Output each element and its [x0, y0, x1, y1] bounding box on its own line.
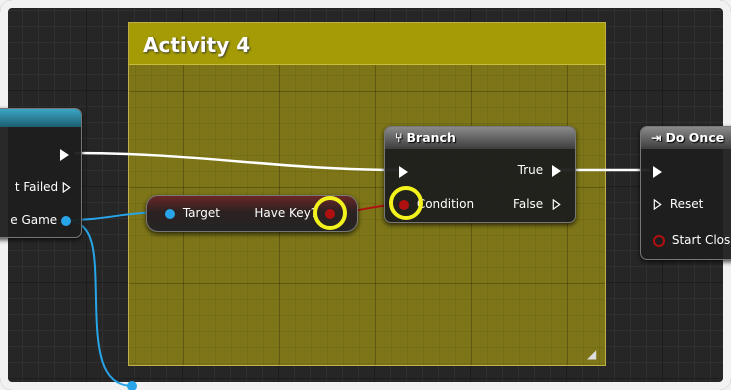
branch-true-row[interactable]: True: [518, 163, 561, 177]
left-event-node[interactable]: t Failed e Game: [0, 108, 82, 238]
branch-icon: ⑂: [395, 130, 403, 145]
have-key-label: Have Key?: [254, 206, 318, 220]
do-once-icon: ⇥: [651, 130, 662, 145]
left-exec-out-pin[interactable]: [60, 147, 69, 161]
exec-pin-icon: [653, 165, 662, 178]
branch-title-label: Branch: [406, 130, 456, 145]
exec-pin-icon: [552, 164, 561, 177]
left-node-header: [0, 109, 81, 127]
true-pin-label: True: [517, 163, 544, 177]
do-once-reset-row[interactable]: Reset: [653, 197, 703, 211]
object-wire-game-down: [65, 219, 133, 387]
branch-false-row[interactable]: False: [513, 197, 561, 211]
start-closed-pin-label: Start Clos: [671, 233, 731, 247]
exec-pin-outline-icon: [653, 199, 662, 210]
highlight-ring-condition: [389, 186, 423, 220]
highlight-ring-have-key: [313, 196, 347, 230]
game-pin-label: e Game: [10, 213, 58, 227]
object-pin-icon: [61, 215, 71, 226]
do-once-title-label: Do Once: [665, 130, 725, 145]
bool-pin-outline-icon: [653, 234, 665, 247]
left-game-row[interactable]: e Game: [10, 213, 71, 227]
branch-node-title[interactable]: ⑂ Branch: [385, 127, 575, 149]
exec-pin-outline-icon: [552, 199, 561, 210]
exec-pin-icon: [399, 165, 408, 178]
do-once-start-closed-row[interactable]: Start Clos: [653, 233, 730, 247]
branch-exec-in-pin[interactable]: [399, 164, 408, 178]
wire-layer: [65, 151, 650, 387]
condition-pin-label: Condition: [416, 197, 475, 211]
exec-pin-icon: [60, 148, 69, 161]
blueprint-graph-canvas[interactable]: Activity 4 ◢ t Failed e Game Target Have…: [0, 0, 731, 390]
reset-pin-label: Reset: [669, 197, 704, 211]
do-once-node-title[interactable]: ⇥ Do Once: [641, 127, 731, 149]
left-failed-row[interactable]: t Failed: [15, 180, 71, 194]
exec-pin-outline-icon: [62, 182, 71, 193]
failed-pin-label: t Failed: [14, 180, 59, 194]
exec-wire-left-to-branch: [74, 151, 403, 172]
do-once-node[interactable]: ⇥ Do Once Reset Start Clos: [640, 126, 731, 260]
target-pin-icon: [165, 208, 175, 219]
object-pin-icon-bottom[interactable]: [127, 381, 137, 390]
target-pin-label: Target: [182, 206, 220, 220]
do-once-exec-in-pin[interactable]: [653, 164, 662, 178]
false-pin-label: False: [513, 197, 544, 211]
target-input-row[interactable]: Target: [165, 206, 220, 220]
